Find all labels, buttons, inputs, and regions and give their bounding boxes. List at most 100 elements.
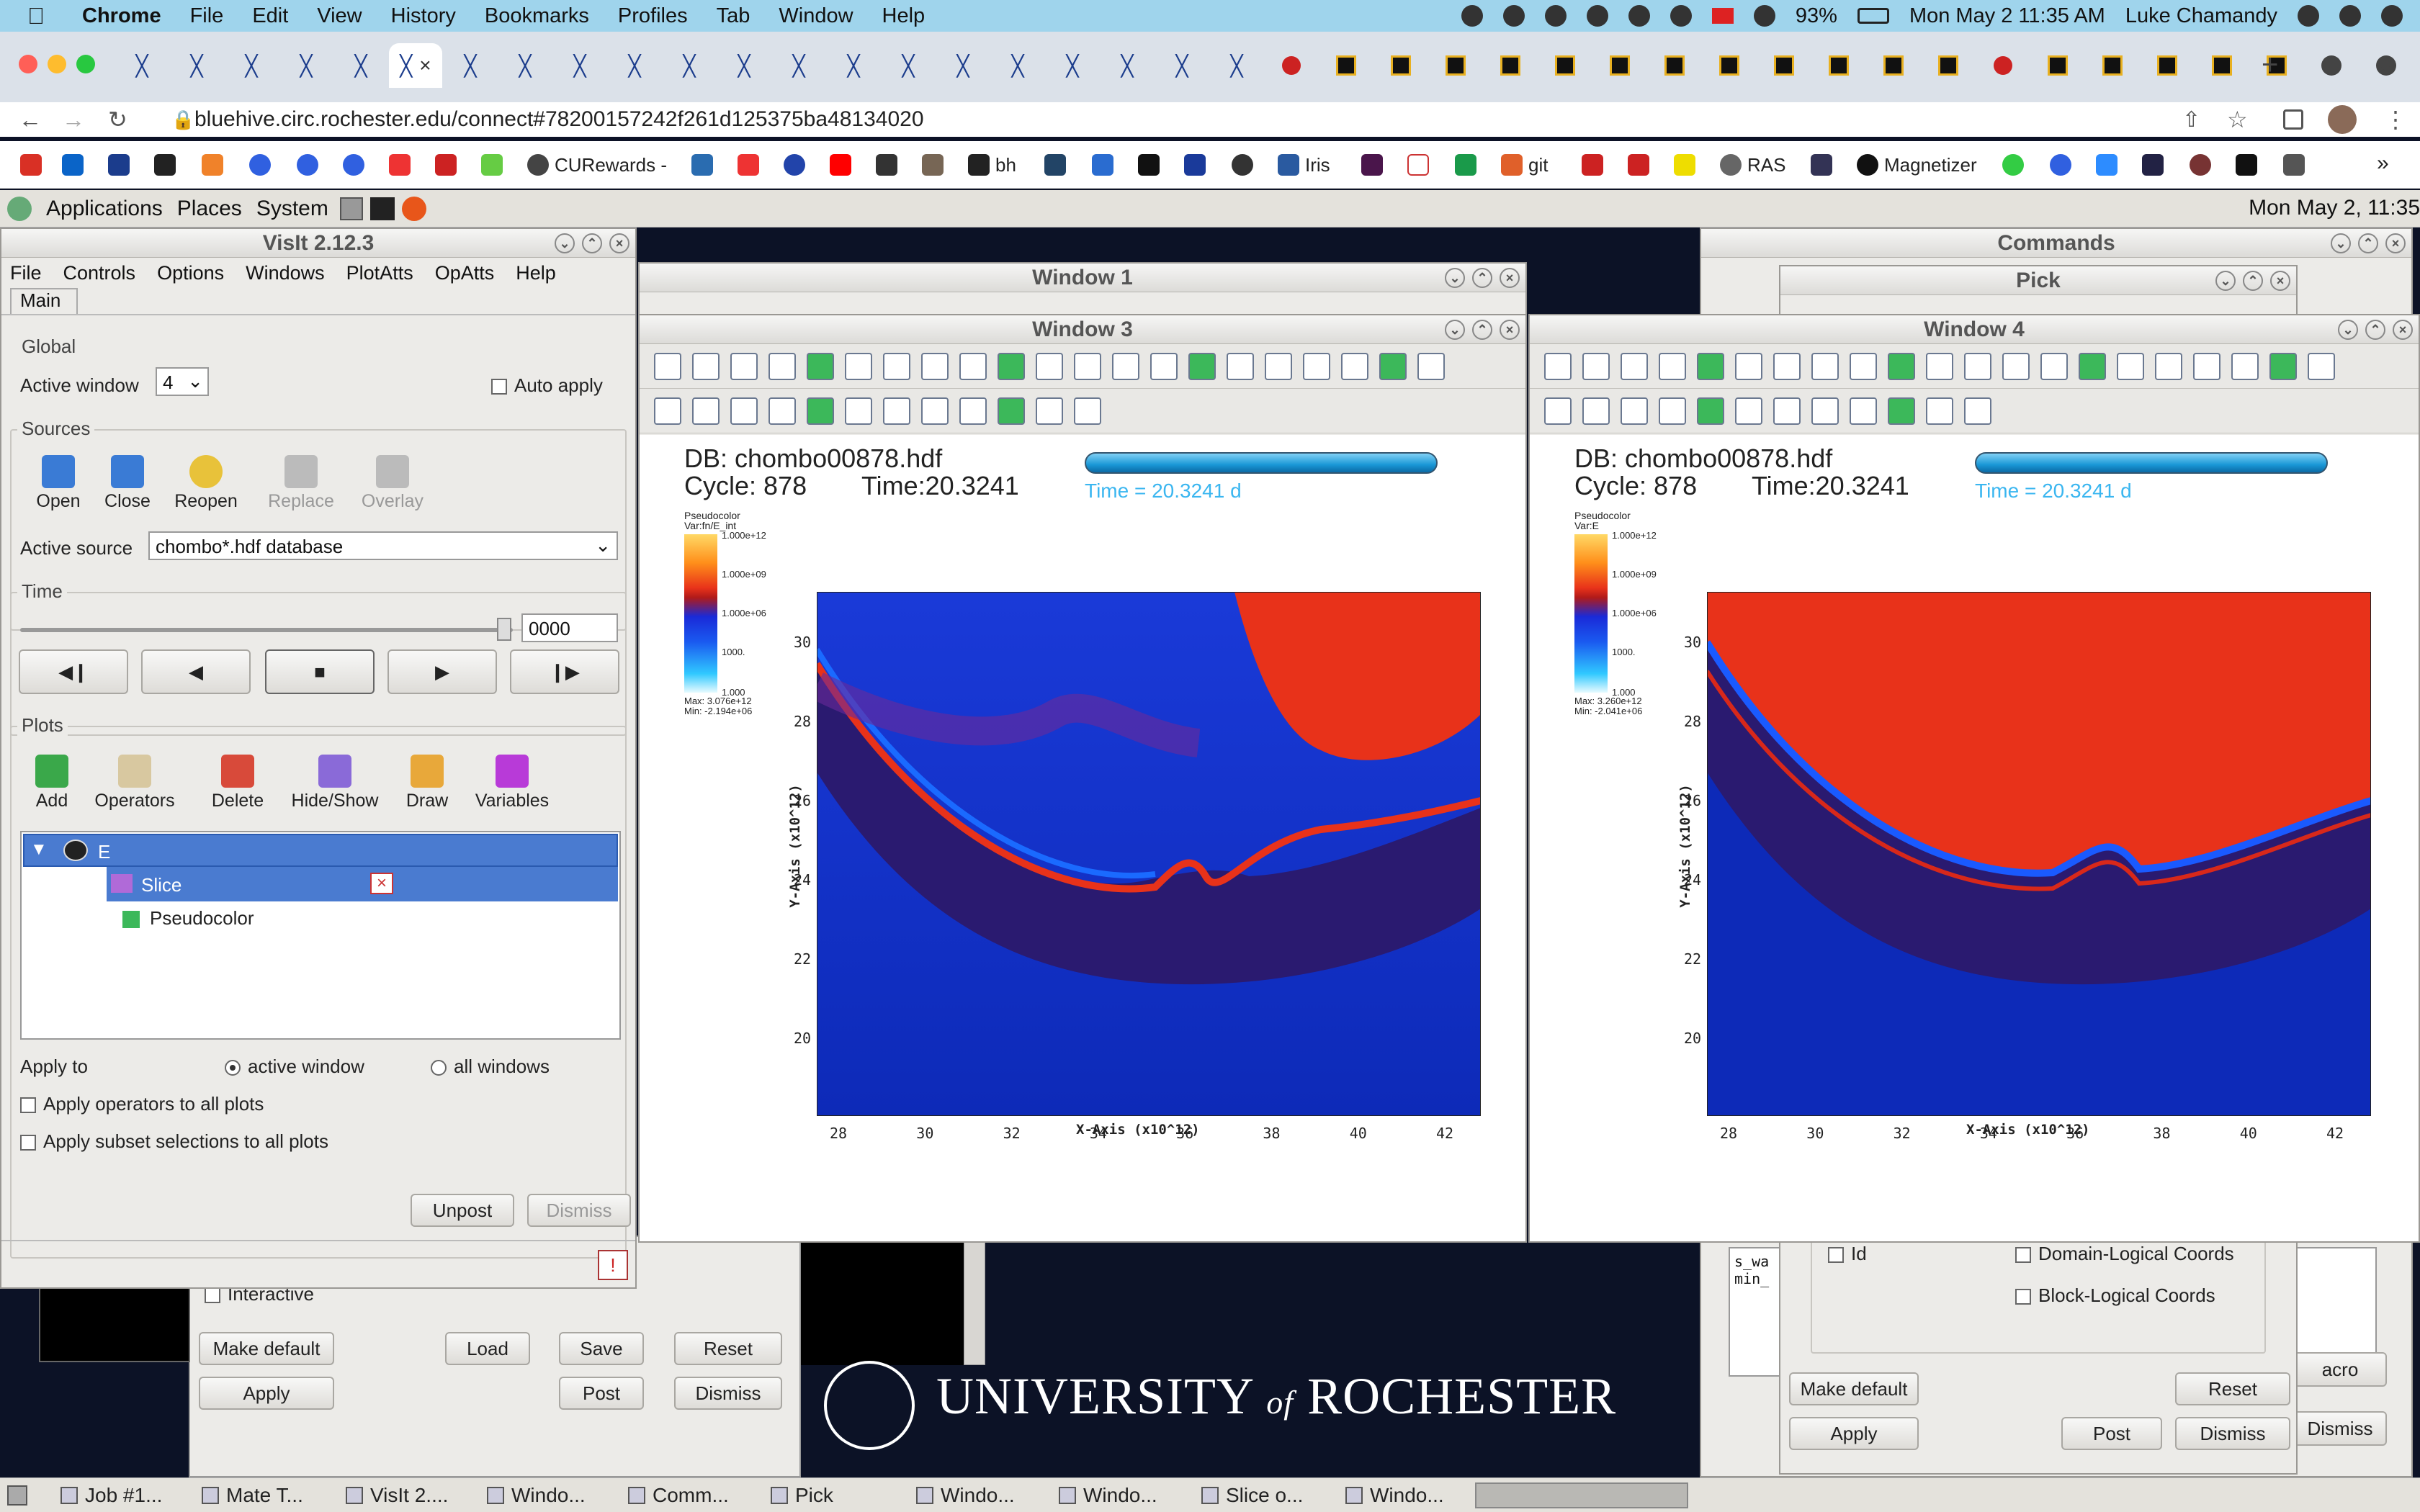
toolbar-tool-icon[interactable] bbox=[1074, 397, 1101, 425]
url-field[interactable]: bluehive.circ.rochester.edu/connect#7820… bbox=[194, 107, 924, 132]
operators-button[interactable]: Operators bbox=[86, 755, 183, 811]
browser-tab[interactable]: ╳ bbox=[772, 43, 825, 88]
toolbar-tool-icon[interactable] bbox=[1964, 397, 1991, 425]
rewind-button[interactable]: ◀❙ bbox=[19, 649, 128, 694]
chevron-down-icon[interactable]: ⌄ bbox=[2215, 271, 2236, 291]
toolbar-tool-icon[interactable] bbox=[1227, 353, 1254, 380]
gnome-menu-applications[interactable]: Applications bbox=[46, 197, 163, 221]
toolbar-tool-icon[interactable] bbox=[807, 397, 834, 425]
toolbar-tool-icon[interactable] bbox=[2002, 353, 2030, 380]
show-desktop-icon[interactable] bbox=[7, 1485, 27, 1506]
bookmark-4[interactable] bbox=[249, 153, 271, 177]
visit-dismiss-button[interactable]: Dismiss bbox=[527, 1194, 631, 1227]
toolbar-tool-icon[interactable] bbox=[1341, 353, 1368, 380]
pick-post-button[interactable]: Post bbox=[2061, 1417, 2162, 1450]
toolbar-tool-icon[interactable] bbox=[1112, 353, 1139, 380]
bookmark-28[interactable] bbox=[2142, 153, 2164, 177]
browser-tab[interactable]: ╳ bbox=[882, 43, 935, 88]
close-icon[interactable]: × bbox=[609, 233, 629, 253]
toolbar-tool-icon[interactable] bbox=[883, 397, 910, 425]
close-window-button[interactable] bbox=[19, 55, 37, 73]
delete-plot-button[interactable]: Delete bbox=[203, 755, 272, 811]
close-icon[interactable]: × bbox=[2385, 233, 2406, 253]
toolbar-tool-icon[interactable] bbox=[959, 353, 987, 380]
browser-tab[interactable] bbox=[2195, 43, 2249, 88]
toolbar-tool-icon[interactable] bbox=[1659, 353, 1686, 380]
bookmark-5[interactable] bbox=[297, 153, 318, 177]
visit-menu-controls[interactable]: Controls bbox=[63, 262, 136, 284]
sidepanel-icon[interactable] bbox=[2283, 109, 2303, 130]
file-manager-icon[interactable] bbox=[339, 197, 363, 220]
toolbar-tool-icon[interactable] bbox=[1888, 397, 1915, 425]
stop-button[interactable]: ■ bbox=[265, 649, 375, 694]
reset-button[interactable]: Reset bbox=[674, 1332, 782, 1365]
back-icon[interactable]: ← bbox=[19, 107, 42, 133]
toolbar-tool-icon[interactable] bbox=[1850, 353, 1877, 380]
variables-button[interactable]: Variables bbox=[467, 755, 557, 811]
toolbar-tool-icon[interactable] bbox=[1379, 353, 1407, 380]
browser-tab[interactable]: ╳ bbox=[444, 43, 497, 88]
id-checkbox[interactable] bbox=[1828, 1247, 1844, 1264]
chevron-down-icon[interactable]: ⌄ bbox=[1445, 320, 1465, 340]
toolbar-tool-icon[interactable] bbox=[1036, 397, 1063, 425]
browser-tab[interactable]: ╳ bbox=[115, 43, 169, 88]
toolbar-tool-icon[interactable] bbox=[1544, 353, 1572, 380]
plot-row-operator[interactable]: Slice × bbox=[107, 867, 618, 901]
auto-apply-option[interactable]: Auto apply bbox=[491, 374, 603, 397]
menu-help[interactable]: Help bbox=[882, 4, 926, 28]
browser-tab[interactable]: ╳ bbox=[170, 43, 223, 88]
chevron-down-icon[interactable]: ⌄ bbox=[2338, 320, 2358, 340]
taskbar-item[interactable]: Windo... bbox=[487, 1484, 586, 1507]
toolbar-tool-icon[interactable] bbox=[1303, 353, 1330, 380]
browser-tab[interactable] bbox=[1922, 43, 1975, 88]
apple-icon[interactable]:  bbox=[27, 3, 45, 30]
browser-tab[interactable] bbox=[1265, 43, 1318, 88]
browser-tab[interactable] bbox=[1703, 43, 1756, 88]
bookmark-youtube[interactable] bbox=[830, 153, 851, 177]
close-icon[interactable]: × bbox=[2270, 271, 2290, 291]
window-3-titlebar[interactable]: Window 3 ⌄ ⌃ × bbox=[640, 315, 1525, 344]
toolbar-tool-icon[interactable] bbox=[1150, 353, 1178, 380]
toolbar-tool-icon[interactable] bbox=[1659, 397, 1686, 425]
toolbar-tool-icon[interactable] bbox=[2079, 353, 2106, 380]
pick-titlebar[interactable]: Pick ⌄ ⌃ × bbox=[1780, 266, 2296, 295]
apply-subset-checkbox[interactable] bbox=[20, 1135, 36, 1151]
bookmarks-overflow-icon[interactable]: » bbox=[2377, 151, 2389, 176]
domain-logical-option[interactable]: Domain-Logical Coords bbox=[2015, 1243, 2234, 1265]
close-icon[interactable]: × bbox=[2393, 320, 2413, 340]
toolbar-tool-icon[interactable] bbox=[1265, 353, 1292, 380]
menu-bookmarks[interactable]: Bookmarks bbox=[485, 4, 589, 28]
profile-avatar[interactable] bbox=[2328, 105, 2357, 134]
bookmark-curewards[interactable]: CURewards - bbox=[527, 153, 667, 177]
taskbar-item[interactable]: Windo... bbox=[1345, 1484, 1444, 1507]
toolbar-tool-icon[interactable] bbox=[692, 353, 720, 380]
toolbar-tool-icon[interactable] bbox=[1888, 353, 1915, 380]
pick-apply-button[interactable]: Apply bbox=[1789, 1417, 1919, 1450]
new-tab-button[interactable]: + bbox=[2262, 49, 2278, 81]
chevron-down-icon[interactable]: ⌄ bbox=[2331, 233, 2351, 253]
bookmark-31[interactable] bbox=[2283, 153, 2305, 177]
bookmark-29[interactable] bbox=[2190, 153, 2211, 177]
visit-menu-help[interactable]: Help bbox=[516, 262, 556, 284]
volume-icon[interactable] bbox=[1753, 5, 1775, 27]
toolbar-tool-icon[interactable] bbox=[1544, 397, 1572, 425]
taskbar-item[interactable]: VisIt 2.... bbox=[346, 1484, 448, 1507]
visit-menu-opatts[interactable]: OpAtts bbox=[435, 262, 495, 284]
bookmark-23[interactable] bbox=[1628, 153, 1649, 177]
make-default-button[interactable]: Make default bbox=[199, 1332, 334, 1365]
dismiss-button[interactable]: Dismiss bbox=[674, 1377, 782, 1410]
menu-edit[interactable]: Edit bbox=[252, 4, 288, 28]
time-machine-icon[interactable] bbox=[1586, 5, 1608, 27]
bookmark-8[interactable] bbox=[435, 153, 457, 177]
apply-ops-option[interactable]: Apply operators to all plots bbox=[20, 1093, 264, 1115]
workspace-switcher[interactable] bbox=[1475, 1482, 1688, 1508]
browser-tab[interactable] bbox=[1648, 43, 1701, 88]
remove-operator-icon[interactable]: × bbox=[370, 873, 393, 894]
pick-dismiss-button[interactable]: Dismiss bbox=[2175, 1417, 2290, 1450]
toolbar-tool-icon[interactable] bbox=[1621, 353, 1648, 380]
toolbar-tool-icon[interactable] bbox=[730, 397, 758, 425]
browser-tab[interactable] bbox=[1319, 43, 1373, 88]
toolbar-tool-icon[interactable] bbox=[1735, 397, 1762, 425]
error-notice-icon[interactable]: ! bbox=[598, 1250, 628, 1280]
toolbar-tool-icon[interactable] bbox=[1811, 397, 1839, 425]
